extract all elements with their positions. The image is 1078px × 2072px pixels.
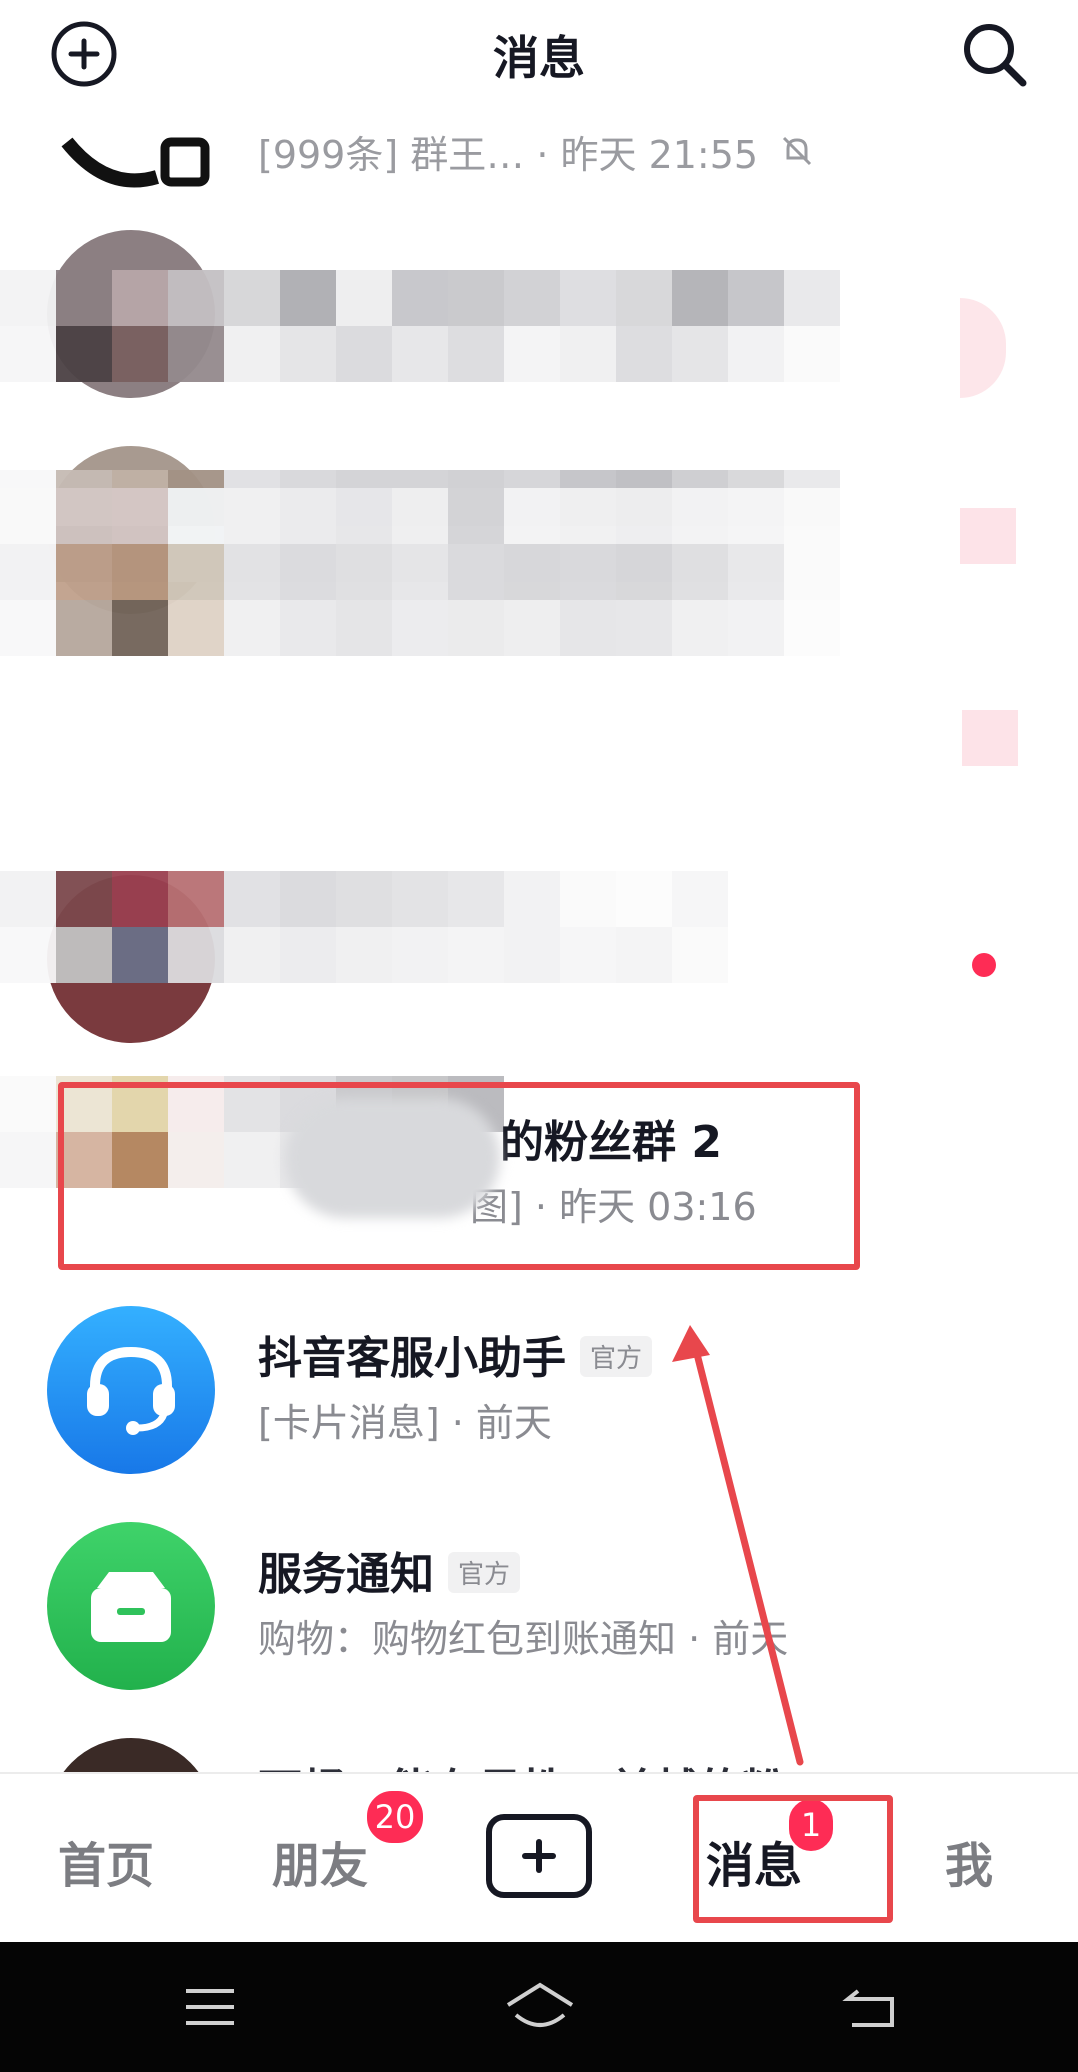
unread-dot (972, 953, 996, 977)
conversation-list[interactable]: [999条] 群王… · 昨天 21:55 的粉丝群 2 图] · 昨天 03:… (0, 108, 1078, 1772)
menu-icon[interactable] (170, 1972, 250, 2042)
search-icon[interactable] (956, 16, 1032, 92)
home-icon[interactable] (500, 1972, 580, 2042)
unread-dot (962, 710, 1018, 766)
unread-dot (960, 508, 1016, 564)
conversation-item[interactable] (0, 833, 1078, 1043)
conversation-title: 可畅…能在显性…兰越的粉… (258, 1754, 830, 1772)
tab-home[interactable]: 首页 (58, 1826, 154, 1896)
conversation-title: 抖音客服小助手 (258, 1333, 566, 1384)
unread-dot (960, 298, 1006, 398)
conversation-subtitle: 购物：购物红包到账通知 · 前天 (258, 1617, 789, 1661)
headset-icon (87, 1346, 175, 1435)
tab-friends-label: 朋友 (272, 1838, 369, 1894)
conversation-item[interactable]: 可畅…能在显性…兰越的粉… (0, 1696, 1078, 1772)
conversation-subtitle: [999条] 群王… · 昨天 21:55 (258, 133, 759, 177)
plus-square-icon[interactable] (486, 1814, 592, 1898)
official-badge: 官方 (580, 1336, 653, 1377)
avatar (47, 1306, 215, 1474)
highlight-box-group (58, 1082, 860, 1270)
conversation-item[interactable]: 抖音客服小助手 官方 [卡片消息] · 前天 (0, 1264, 1078, 1474)
avatar (47, 1522, 215, 1690)
conversation-item[interactable] (0, 488, 1078, 828)
avatar (47, 1738, 215, 1772)
tab-me[interactable]: 我 (945, 1826, 993, 1896)
conversation-subtitle: [卡片消息] · 前天 (258, 1401, 552, 1445)
back-icon[interactable] (830, 1972, 910, 2042)
system-nav-bar (0, 1942, 1078, 2072)
redacted-mosaic (0, 488, 896, 656)
page-title: 消息 (493, 31, 585, 85)
redacted-mosaic (0, 871, 896, 983)
conversation-item[interactable]: 服务通知 官方 购物：购物红包到账通知 · 前天 (0, 1480, 1078, 1690)
bottom-tab-bar: 首页 朋友 20 消息 1 我 (0, 1772, 1078, 1944)
friends-count-badge: 20 (364, 1788, 426, 1846)
bell-off-icon (780, 133, 814, 177)
official-badge: 官方 (448, 1552, 521, 1593)
tab-friends[interactable]: 朋友 20 (272, 1788, 426, 1896)
redacted-mosaic (0, 270, 896, 382)
conversation-title: 服务通知 (258, 1549, 434, 1600)
highlight-box-messages-tab (693, 1795, 893, 1923)
inbox-icon (91, 1572, 171, 1642)
top-bar: 消息 (0, 0, 1078, 108)
conversation-item[interactable] (0, 188, 1078, 398)
